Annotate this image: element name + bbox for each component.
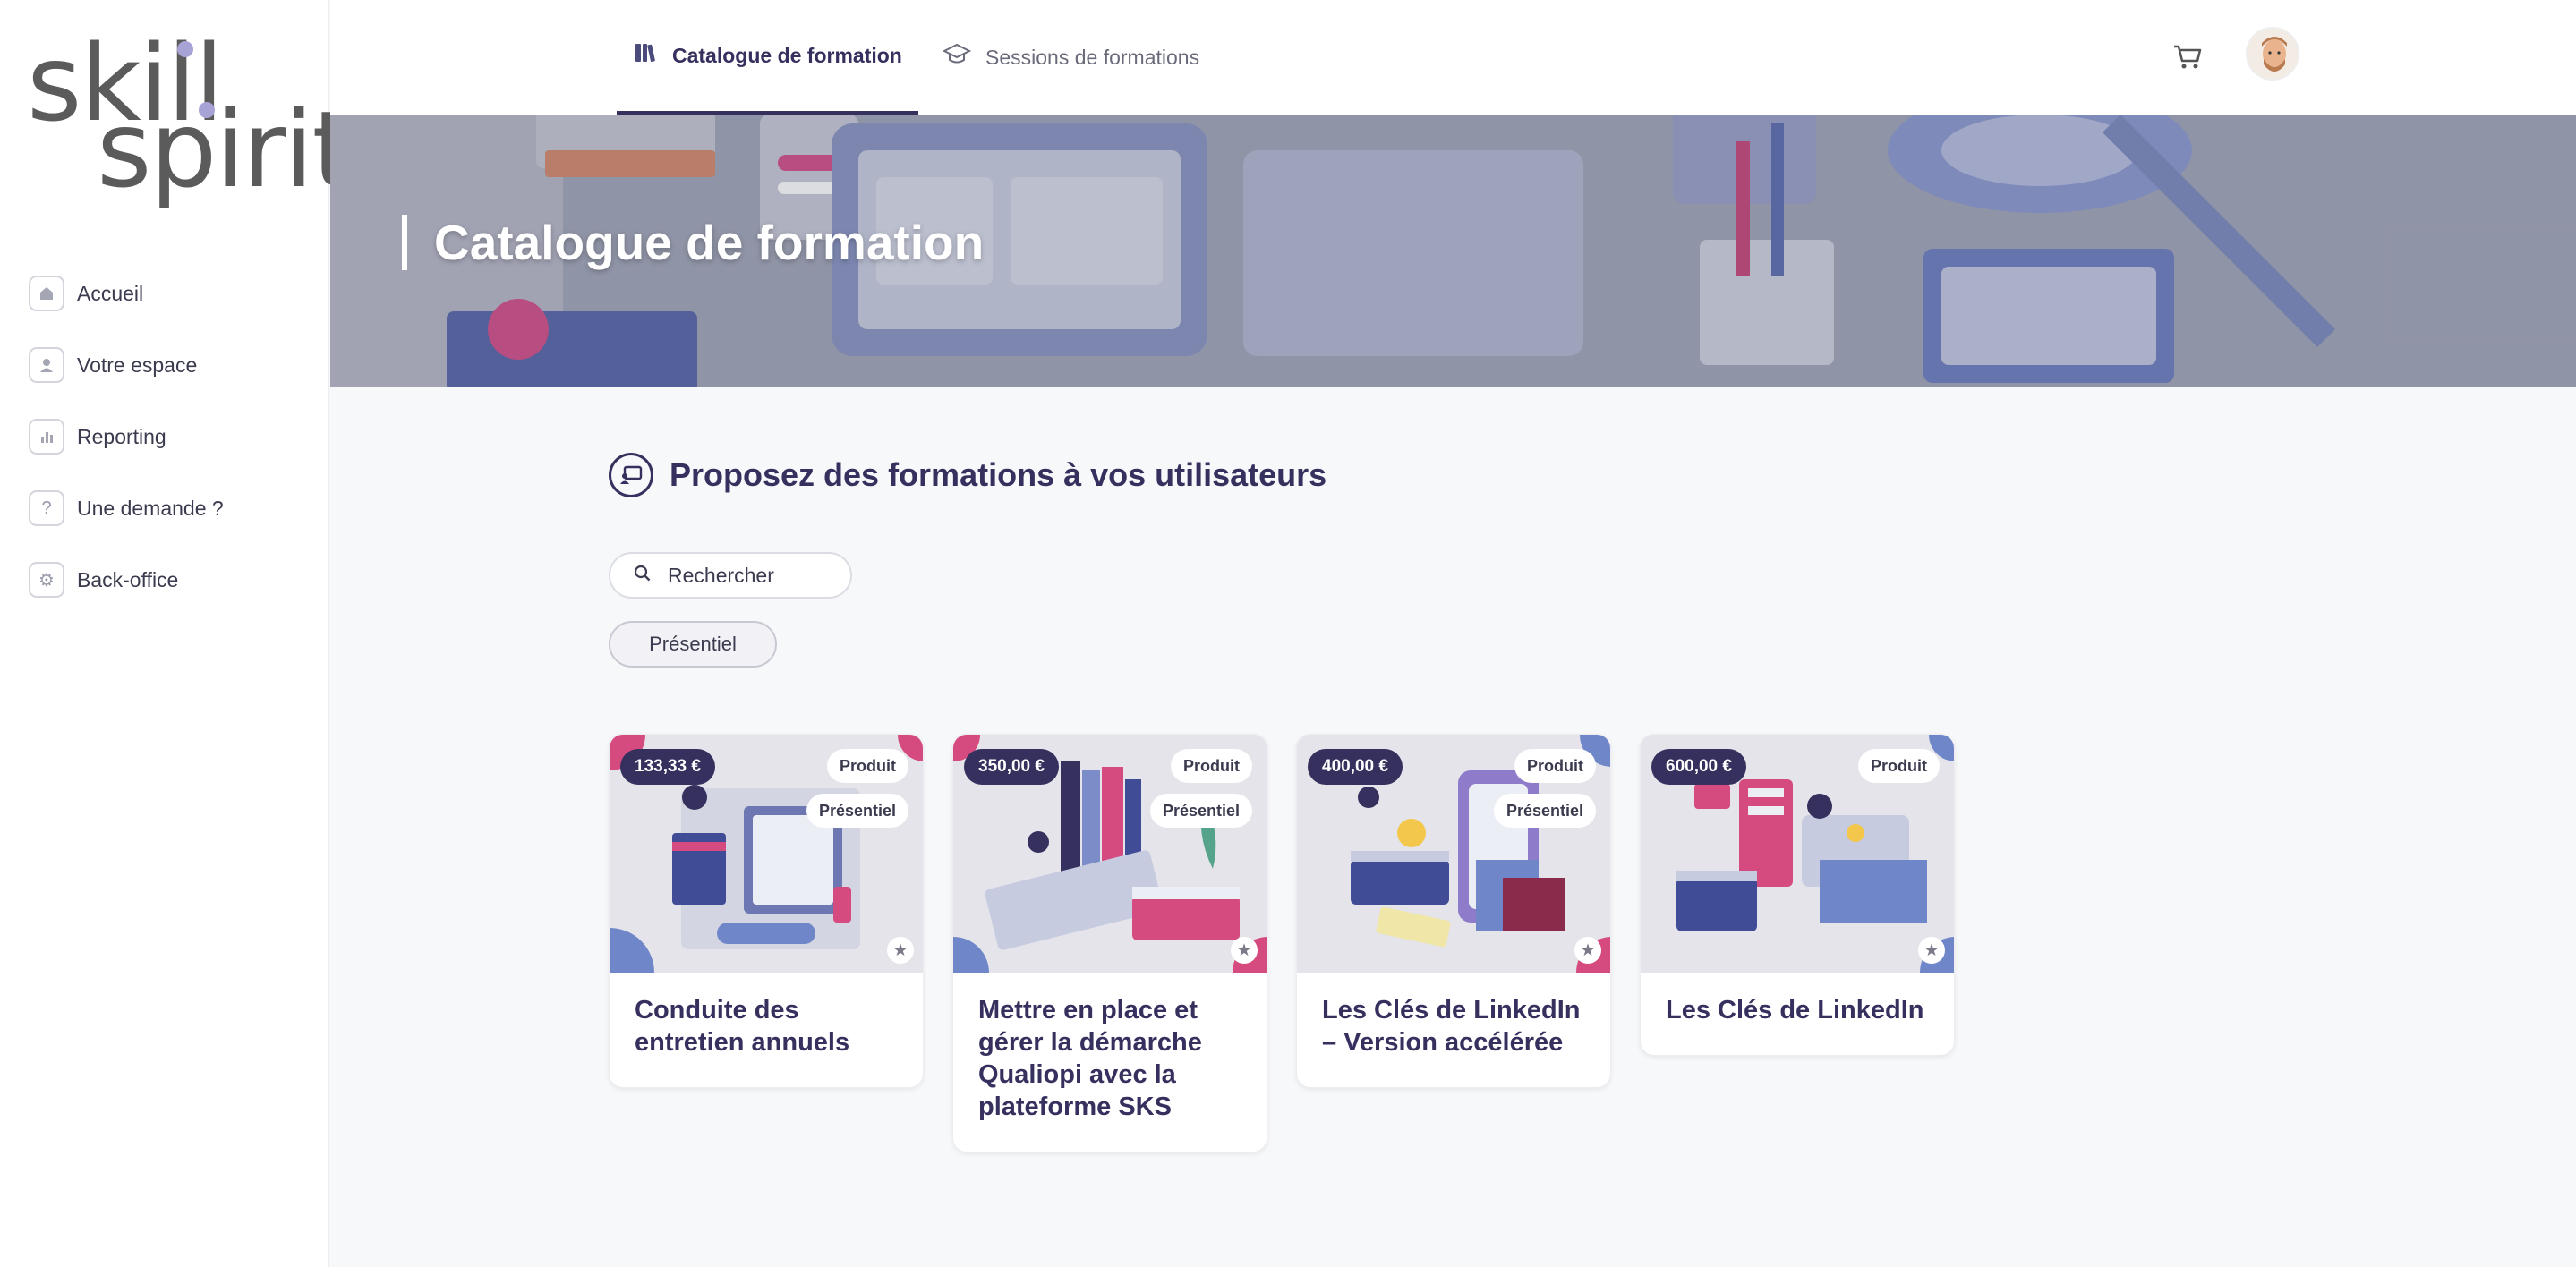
course-card[interactable]: 133,33 € Produit Présentiel ★ Conduite d… <box>609 734 924 1088</box>
course-thumbnail: 400,00 € Produit Présentiel ★ <box>1297 735 1610 973</box>
price-badge: 600,00 € <box>1651 749 1746 785</box>
type-badge: Produit <box>1858 749 1940 783</box>
price-badge: 133,33 € <box>620 749 715 785</box>
search-box[interactable] <box>609 552 852 599</box>
avatar[interactable] <box>2246 27 2299 81</box>
tab-catalogue-de-formation[interactable]: Catalogue de formation <box>617 0 918 115</box>
books-icon <box>633 40 658 72</box>
favorite-star-icon[interactable]: ★ <box>1574 937 1601 964</box>
course-card[interactable]: 400,00 € Produit Présentiel ★ Les Clés d… <box>1296 734 1611 1088</box>
sidebar: skill spirit Accueil Votre espace Report… <box>0 0 354 1267</box>
skillspirit-logo[interactable]: skill spirit <box>27 27 354 206</box>
course-thumbnail: 350,00 € Produit Présentiel ★ <box>953 735 1267 973</box>
question-icon: ? <box>29 490 64 526</box>
bar-chart-icon <box>29 419 64 455</box>
logo-word-spirit: spirit <box>97 88 354 211</box>
price-badge: 400,00 € <box>1308 749 1403 785</box>
sidebar-item-label: Une demande ? <box>77 496 224 520</box>
course-card-list: 133,33 € Produit Présentiel ★ Conduite d… <box>609 734 1955 1152</box>
tab-sessions-de-formations[interactable]: Sessions de formations <box>926 0 1215 115</box>
course-thumbnail: 133,33 € Produit Présentiel ★ <box>610 735 923 973</box>
mode-badge: Présentiel <box>1149 794 1252 828</box>
favorite-star-icon[interactable]: ★ <box>887 937 914 964</box>
course-card[interactable]: 600,00 € Produit ★ Les Clés de LinkedIn <box>1640 734 1955 1056</box>
course-title: Mettre en place et gérer la démarche Qua… <box>978 996 1202 1121</box>
topbar: Catalogue de formation Sessions de forma… <box>330 0 2576 115</box>
course-card[interactable]: 350,00 € Produit Présentiel ★ Mettre en … <box>952 734 1267 1152</box>
home-icon <box>29 276 64 311</box>
tab-label: Sessions de formations <box>985 45 1200 69</box>
search-icon <box>634 565 652 587</box>
tab-label: Catalogue de formation <box>672 43 902 67</box>
section-title: Proposez des formations à vos utilisateu… <box>670 456 1327 493</box>
course-title: Les Clés de LinkedIn <box>1666 996 1924 1025</box>
sidebar-item-back-office[interactable]: ⚙ Back-office <box>29 544 224 616</box>
type-badge: Produit <box>1514 749 1596 783</box>
type-badge: Produit <box>1171 749 1252 783</box>
graduation-cap-icon <box>942 42 972 73</box>
sidebar-nav: Accueil Votre espace Reporting ? Une dem… <box>29 258 224 616</box>
cart-icon[interactable] <box>2167 36 2208 77</box>
gear-icon: ⚙ <box>29 562 64 598</box>
sidebar-item-votre-espace[interactable]: Votre espace <box>29 329 224 401</box>
logo-dot <box>199 102 215 118</box>
price-badge: 350,00 € <box>964 749 1059 785</box>
hero-banner: Catalogue de formation <box>330 115 2576 387</box>
type-badge: Produit <box>827 749 908 783</box>
logo-dot <box>177 41 193 57</box>
sidebar-item-label: Votre espace <box>77 353 198 377</box>
sidebar-item-accueil[interactable]: Accueil <box>29 258 224 329</box>
user-icon <box>29 347 64 383</box>
sidebar-item-une-demande[interactable]: ? Une demande ? <box>29 472 224 544</box>
search-input[interactable] <box>668 563 829 588</box>
course-title: Les Clés de LinkedIn – Version accélérée <box>1322 996 1581 1057</box>
section-header: Proposez des formations à vos utilisateu… <box>609 453 1326 497</box>
filter-chip-presentiel[interactable]: Présentiel <box>609 621 777 668</box>
course-thumbnail: 600,00 € Produit ★ <box>1641 735 1954 973</box>
mode-badge: Présentiel <box>1493 794 1596 828</box>
sidebar-item-reporting[interactable]: Reporting <box>29 401 224 472</box>
banner-title: Catalogue de formation <box>402 215 984 270</box>
favorite-star-icon[interactable]: ★ <box>1918 937 1945 964</box>
mode-badge: Présentiel <box>806 794 908 828</box>
course-title: Conduite des entretien annuels <box>635 996 850 1057</box>
favorite-star-icon[interactable]: ★ <box>1231 937 1258 964</box>
sidebar-item-label: Accueil <box>77 281 144 305</box>
sidebar-item-label: Back-office <box>77 567 179 591</box>
sidebar-item-label: Reporting <box>77 424 166 448</box>
training-board-icon <box>609 453 653 497</box>
